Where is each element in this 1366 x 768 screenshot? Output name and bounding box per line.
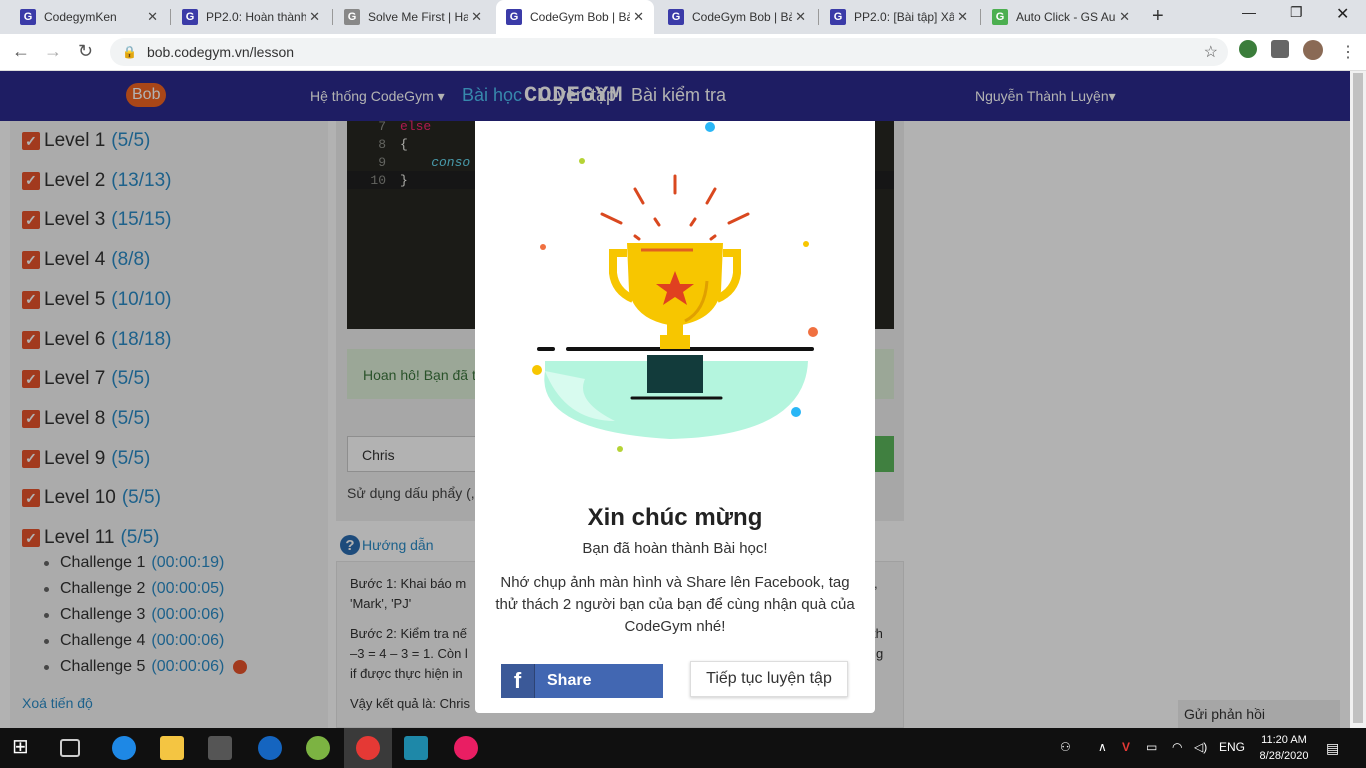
share-label: Share: [547, 672, 592, 689]
browser-tab[interactable]: G PP2.0: Hoàn thành ✕: [172, 0, 330, 34]
chrome-icon[interactable]: [356, 736, 380, 760]
tab-separator: [818, 9, 819, 25]
modal-body: Nhớ chụp ảnh màn hình và Share lên Faceb…: [495, 574, 855, 635]
tab-title: CodeGym Bob | Bà: [692, 10, 792, 24]
notifications-icon[interactable]: ▤: [1326, 740, 1339, 757]
tab-title: PP2.0: Hoàn thành: [206, 10, 306, 24]
store-icon[interactable]: [208, 736, 232, 760]
clock-time: 11:20 AM: [1261, 734, 1307, 746]
tab-close-icon[interactable]: ✕: [309, 9, 320, 25]
slack-icon[interactable]: [454, 736, 478, 760]
windows-taskbar: ⊞ ⚇ ∧ V ▭ ◠ ◁) ENG 11:20 AM 8/28/2020 ▤: [0, 728, 1366, 768]
windows-start-icon[interactable]: ⊞: [12, 734, 36, 758]
app-icon[interactable]: [306, 736, 330, 760]
tab-favicon-icon: G: [344, 9, 360, 25]
modal-title: Xin chúc mừng: [587, 504, 763, 531]
browser-tab[interactable]: G Auto Click - GS Au ✕: [982, 0, 1140, 34]
tab-close-icon[interactable]: ✕: [957, 9, 968, 25]
close-window-button[interactable]: ✕: [1336, 4, 1349, 24]
extension-icon[interactable]: [1239, 40, 1257, 58]
maximize-button[interactable]: ❐: [1290, 4, 1303, 21]
address-bar: ← → ↻ 🔒 bob.codegym.vn/lesson ☆: [0, 34, 1366, 71]
facebook-share-button[interactable]: f Share: [501, 664, 663, 698]
volume-icon[interactable]: ◁): [1194, 740, 1207, 754]
tab-separator: [980, 9, 981, 25]
tab-separator: [170, 9, 171, 25]
bookmark-star-icon[interactable]: ☆: [1204, 42, 1218, 62]
back-icon[interactable]: ←: [12, 41, 30, 62]
tab-favicon-icon: G: [992, 9, 1008, 25]
browser-tab[interactable]: G Solve Me First | Ha ✕: [334, 0, 492, 34]
edge-icon[interactable]: [112, 736, 136, 760]
vivaldi-tray-icon[interactable]: V: [1122, 740, 1130, 754]
clock-date: 8/28/2020: [1259, 750, 1309, 762]
continue-practice-button[interactable]: Tiếp tục luyện tập: [690, 661, 848, 697]
profile-avatar[interactable]: [1303, 40, 1323, 60]
tab-title: Auto Click - GS Au: [1016, 10, 1116, 24]
minimize-button[interactable]: —: [1242, 4, 1256, 20]
url-text: bob.codegym.vn/lesson: [146, 44, 295, 60]
url-field[interactable]: 🔒 bob.codegym.vn/lesson ☆: [110, 38, 1228, 66]
language-indicator[interactable]: ENG: [1219, 740, 1245, 754]
tab-separator: [332, 9, 333, 25]
tab-close-icon[interactable]: ✕: [1119, 9, 1130, 25]
lock-icon: 🔒: [122, 45, 137, 59]
tab-close-icon[interactable]: ✕: [633, 9, 644, 25]
trophy-illustration: [532, 122, 818, 452]
browser-tab[interactable]: G CodeGym Bob | Bà ✕: [658, 0, 816, 34]
tab-favicon-icon: G: [830, 9, 846, 25]
facebook-icon: f: [501, 664, 535, 698]
reload-icon[interactable]: ↻: [78, 41, 93, 62]
task-view-icon[interactable]: [60, 739, 80, 757]
battery-icon[interactable]: ▭: [1146, 740, 1157, 754]
menu-dots-icon[interactable]: ⋮: [1340, 42, 1356, 62]
people-icon[interactable]: ⚇: [1060, 740, 1071, 754]
tab-favicon-icon: G: [20, 9, 36, 25]
file-explorer-icon[interactable]: [160, 736, 184, 760]
tab-favicon-icon: G: [668, 9, 684, 25]
puzzle-icon[interactable]: [1271, 40, 1289, 58]
new-tab-button[interactable]: +: [1152, 5, 1164, 28]
webstorm-icon[interactable]: [404, 736, 428, 760]
tab-favicon-icon: G: [506, 9, 522, 25]
forward-icon[interactable]: →: [44, 41, 62, 62]
browser-tab[interactable]: G CodeGym Bob | Bà ✕: [496, 0, 654, 34]
tab-favicon-icon: G: [182, 9, 198, 25]
tray-chevron-icon[interactable]: ∧: [1098, 740, 1107, 754]
taskbar-clock[interactable]: 11:20 AM 8/28/2020: [1256, 732, 1312, 764]
teamviewer-icon[interactable]: [258, 736, 282, 760]
tab-close-icon[interactable]: ✕: [471, 9, 482, 25]
tab-title: CodegymKen: [44, 10, 117, 24]
scrollbar-thumb[interactable]: [1353, 73, 1363, 723]
tab-title: Solve Me First | Ha: [368, 10, 468, 24]
modal-subtitle: Bạn đã hoàn thành Bài học!: [582, 540, 768, 557]
browser-tab[interactable]: G PP2.0: [Bài tập] Xâ ✕: [820, 0, 978, 34]
browser-tab[interactable]: G CodegymKen ✕: [10, 0, 168, 34]
wifi-icon[interactable]: ◠: [1172, 740, 1182, 754]
tab-close-icon[interactable]: ✕: [795, 9, 806, 25]
tab-title: CodeGym Bob | Bà: [530, 10, 630, 24]
tab-title: PP2.0: [Bài tập] Xâ: [854, 10, 954, 24]
tab-close-icon[interactable]: ✕: [147, 9, 158, 25]
